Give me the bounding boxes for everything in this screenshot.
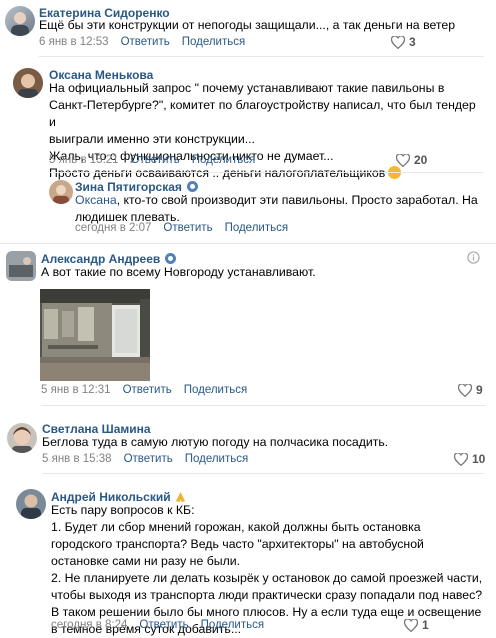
comment-date[interactable]: 5 янв в 12:31 xyxy=(41,384,111,396)
comment-meta: сегодня в 2:07 Ответить Поделиться xyxy=(75,222,300,234)
avatar[interactable] xyxy=(16,489,46,519)
like-button[interactable]: 9 xyxy=(458,383,483,397)
avatar[interactable] xyxy=(7,423,37,453)
comment-date[interactable]: сегодня в 2:07 xyxy=(75,222,151,234)
text-line: 1. Будет ли сбор мнений горожан, какой д… xyxy=(51,520,421,534)
avatar[interactable] xyxy=(13,68,43,98)
comment-date[interactable]: сегодня в 8:24 xyxy=(51,619,127,631)
comment-text: Беглова туда в самую лютую погоду на пол… xyxy=(42,435,389,449)
info-icon[interactable] xyxy=(467,251,480,264)
comment-text: А вот такие по всему Новгороду устанавли… xyxy=(41,265,316,279)
avatar-image xyxy=(7,423,37,453)
comment-date[interactable]: 5 янв в 15:38 xyxy=(42,453,112,465)
reply-button[interactable]: Ответить xyxy=(124,453,173,465)
text-line: Есть пару вопросов к КБ: xyxy=(51,503,195,517)
comment-meta: 5 янв в 12:31 Ответить Поделиться xyxy=(41,384,259,396)
reply-button[interactable]: Ответить xyxy=(139,619,188,631)
like-count: 20 xyxy=(414,153,428,167)
attached-photo[interactable] xyxy=(40,289,150,381)
reply-button[interactable]: Ответить xyxy=(163,222,212,234)
comment-meta: 6 янв в 12:53 Ответить Поделиться xyxy=(39,36,257,48)
like-button[interactable]: 1 xyxy=(404,618,429,632)
share-button[interactable]: Поделиться xyxy=(184,384,248,396)
avatar[interactable] xyxy=(6,251,36,281)
share-button[interactable]: Поделиться xyxy=(201,619,265,631)
like-button[interactable]: 3 xyxy=(391,35,416,49)
share-button[interactable]: Поделиться xyxy=(185,453,249,465)
comment-date[interactable]: 6 янв в 12:53 xyxy=(39,36,109,48)
avatar-image xyxy=(49,180,73,204)
text-line: 2. Не планируете ли делать козырёк у ост… xyxy=(51,571,483,585)
comment-text: Оксана, кто-то свой производит эти павил… xyxy=(75,192,480,226)
avatar[interactable] xyxy=(49,180,73,204)
divider xyxy=(41,405,486,406)
text-line: чтобы выходя из транспорта люди практиче… xyxy=(51,588,483,602)
avatar-image xyxy=(6,251,36,281)
heart-icon xyxy=(404,618,418,632)
mention-link[interactable]: Оксана xyxy=(75,193,117,207)
text-line: На официальный запрос " почему устанавли… xyxy=(49,81,445,95)
heart-icon xyxy=(396,153,410,167)
avatar-image xyxy=(13,68,43,98)
like-count: 9 xyxy=(476,383,483,397)
avatar-image xyxy=(11,12,29,36)
share-button[interactable]: Поделиться xyxy=(192,154,256,166)
text-line: остановке сами ни разу не были. xyxy=(51,554,241,568)
text-line: Санкт-Петербурге?", комитет по благоустр… xyxy=(49,98,476,129)
text-line: выиграли именно эти конструкции... xyxy=(49,132,255,146)
like-count: 1 xyxy=(422,618,429,632)
comment-meta: 5 янв в 15:38 Ответить Поделиться xyxy=(42,453,260,465)
comment-meta: сегодня в 8:24 Ответить Поделиться xyxy=(51,619,276,631)
like-button[interactable]: 20 xyxy=(396,153,427,167)
reply-button[interactable]: Ответить xyxy=(121,36,170,48)
verified-icon xyxy=(186,181,198,193)
comment-text: Ещё бы эти конструкции от непогоды защищ… xyxy=(39,18,456,32)
share-button[interactable]: Поделиться xyxy=(225,222,289,234)
avatar-image xyxy=(16,489,46,519)
reply-button[interactable]: Ответить xyxy=(123,384,172,396)
heart-icon xyxy=(454,452,468,466)
share-button[interactable]: Поделиться xyxy=(182,36,246,48)
like-count: 10 xyxy=(472,452,486,466)
reply-button[interactable]: Ответить xyxy=(131,154,180,166)
heart-icon xyxy=(458,383,472,397)
divider xyxy=(39,56,484,57)
text-line: Оксана, кто-то свой производит эти павил… xyxy=(75,193,478,207)
divider xyxy=(49,172,484,173)
comment-date[interactable]: 5 янв в 13:21 xyxy=(49,154,119,166)
bus-stop-photo xyxy=(40,289,150,381)
heart-icon xyxy=(391,35,405,49)
divider xyxy=(42,473,484,474)
comment-meta: 5 янв в 13:21 Ответить Поделиться xyxy=(49,154,267,166)
like-button[interactable]: 10 xyxy=(454,452,485,466)
like-count: 3 xyxy=(409,35,416,49)
text-line: городского транспорта? Ведь часто "архит… xyxy=(51,537,424,551)
avatar[interactable] xyxy=(5,6,35,36)
verified-icon xyxy=(165,253,177,265)
divider xyxy=(0,243,496,244)
